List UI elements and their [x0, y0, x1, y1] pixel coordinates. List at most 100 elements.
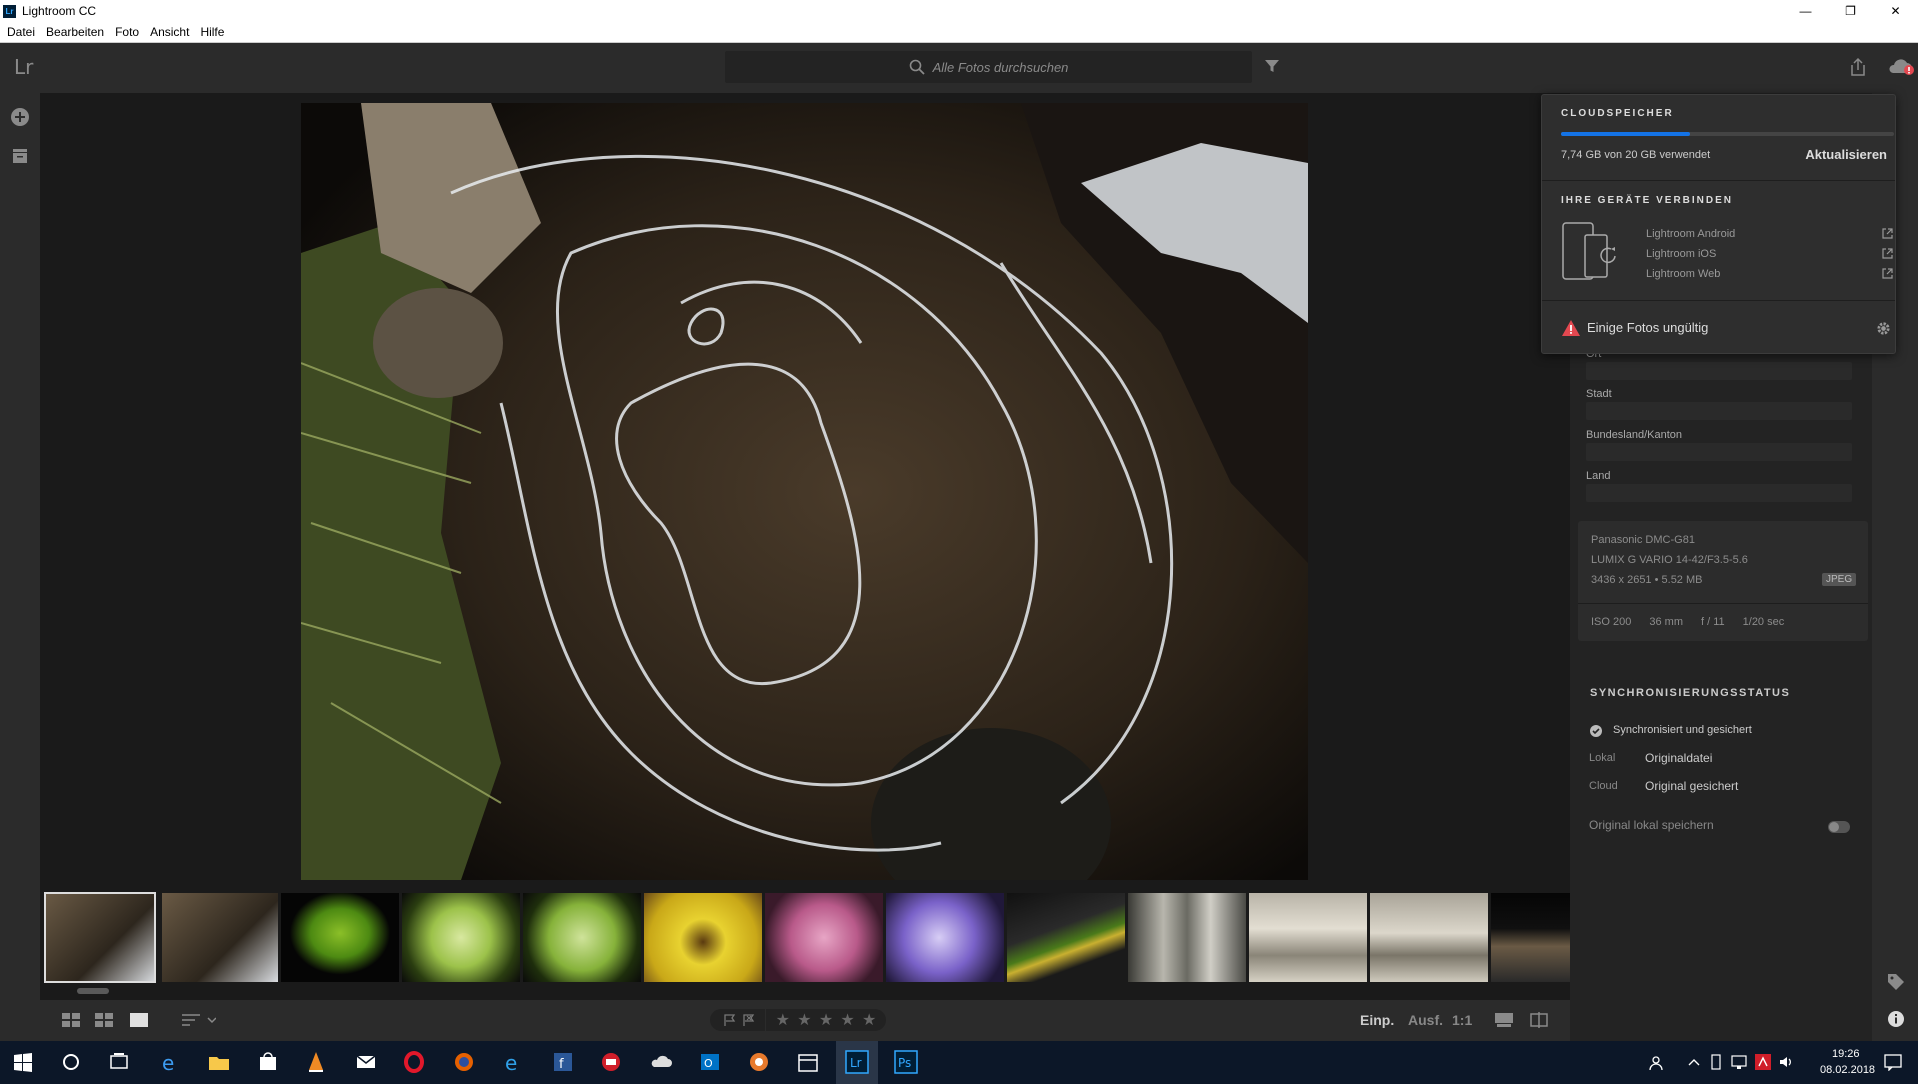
warning-text[interactable]: Einige Fotos ungültig: [1587, 320, 1708, 335]
store-local-toggle[interactable]: [1828, 821, 1850, 833]
field-label-bundesland: Bundesland/Kanton: [1586, 429, 1683, 441]
window-controls: — ❐ ✕: [1783, 0, 1918, 22]
cortana-icon[interactable]: [58, 1049, 84, 1075]
store-icon[interactable]: [255, 1049, 281, 1075]
network-icon[interactable]: [1731, 1054, 1747, 1070]
star-icon[interactable]: ★: [797, 1010, 811, 1030]
detail-view-icon[interactable]: [130, 1013, 148, 1027]
restore-icon[interactable]: ❐: [1828, 0, 1873, 22]
thumbnail[interactable]: [1249, 893, 1367, 982]
lightroom-taskbar-icon[interactable]: Lr: [844, 1049, 870, 1075]
search-placeholder: Alle Fotos durchsuchen: [932, 59, 1069, 75]
thumbnail[interactable]: [886, 893, 1004, 982]
internet-explorer-icon[interactable]: e: [501, 1049, 527, 1075]
clock-time[interactable]: 19:26: [1832, 1048, 1860, 1060]
stadt-field[interactable]: [1586, 402, 1852, 420]
add-photos-icon[interactable]: [10, 107, 30, 127]
star-icon[interactable]: ★: [776, 1010, 790, 1030]
thumbnail[interactable]: [1007, 893, 1125, 982]
reject-flag-icon[interactable]: [743, 1014, 755, 1026]
device-link-web[interactable]: Lightroom Web: [1646, 268, 1720, 280]
app-orange-icon[interactable]: [746, 1049, 772, 1075]
device-link-ios[interactable]: Lightroom iOS: [1646, 248, 1716, 260]
field-label-land: Land: [1586, 470, 1611, 482]
filter-icon[interactable]: [1264, 58, 1280, 74]
windows-taskbar: e e f O Lr Ps 19:26 08.02.2018: [0, 1041, 1918, 1084]
thumbnail[interactable]: [1491, 893, 1570, 982]
compare-icon[interactable]: [1495, 1013, 1513, 1027]
clock-date[interactable]: 08.02.2018: [1820, 1064, 1875, 1076]
outlook-icon[interactable]: O: [697, 1049, 723, 1075]
lr-logo[interactable]: Lr: [14, 55, 33, 79]
edge-icon[interactable]: e: [158, 1049, 184, 1075]
photoshop-taskbar-icon[interactable]: Ps: [893, 1049, 919, 1075]
thumbnail[interactable]: [1128, 893, 1246, 982]
chevron-up-icon[interactable]: [1688, 1057, 1700, 1067]
one-to-one-button[interactable]: 1:1: [1452, 1012, 1472, 1028]
thumbnail[interactable]: [765, 893, 883, 982]
menu-bearbeiten[interactable]: Bearbeiten: [46, 25, 104, 39]
gear-icon[interactable]: [1876, 321, 1891, 336]
people-icon[interactable]: [1648, 1055, 1664, 1071]
sync-local-value: Originaldatei: [1645, 751, 1713, 765]
thumbnail[interactable]: [44, 892, 156, 983]
menu-datei[interactable]: Datei: [7, 25, 35, 39]
fill-button[interactable]: Ausf.: [1408, 1012, 1443, 1028]
thumbnail[interactable]: [644, 893, 762, 982]
square-grid-icon[interactable]: [62, 1013, 80, 1027]
usb-icon[interactable]: [1710, 1054, 1722, 1070]
search-input[interactable]: Alle Fotos durchsuchen: [725, 51, 1252, 83]
star-icon[interactable]: ★: [819, 1010, 833, 1030]
device-link-android[interactable]: Lightroom Android: [1646, 228, 1735, 240]
upgrade-button[interactable]: Aktualisieren: [1805, 147, 1887, 162]
menu-ansicht[interactable]: Ansicht: [150, 25, 189, 39]
app-blue-icon[interactable]: f: [550, 1049, 576, 1075]
firefox-icon[interactable]: [451, 1049, 477, 1075]
star-icon[interactable]: ★: [862, 1010, 876, 1030]
info-icon[interactable]: [1887, 1010, 1905, 1028]
photo-grid-icon[interactable]: [95, 1013, 113, 1027]
mail-icon[interactable]: [353, 1049, 379, 1075]
before-after-icon[interactable]: [1530, 1012, 1548, 1028]
menu-hilfe[interactable]: Hilfe: [200, 25, 224, 39]
cloud-icon[interactable]: [1888, 57, 1914, 77]
sync-local-label: Lokal: [1589, 752, 1616, 764]
thumbnail[interactable]: [281, 893, 399, 982]
star-icon[interactable]: ★: [840, 1010, 854, 1030]
external-link-icon[interactable]: [1882, 248, 1893, 259]
vlc-icon[interactable]: [303, 1049, 329, 1075]
library-icon[interactable]: [10, 146, 30, 166]
external-link-icon[interactable]: [1882, 228, 1893, 239]
thumbnail[interactable]: [402, 893, 520, 982]
thumbnail[interactable]: [523, 893, 641, 982]
thumbnail[interactable]: [1370, 893, 1488, 982]
land-field[interactable]: [1586, 484, 1852, 502]
windows-start-icon[interactable]: [10, 1049, 36, 1075]
opera-icon[interactable]: [401, 1049, 427, 1075]
thumbnail[interactable]: [162, 893, 278, 982]
pick-flag-icon[interactable]: [724, 1014, 736, 1026]
app-red-icon[interactable]: [598, 1049, 624, 1075]
fit-button[interactable]: Einp.: [1360, 1012, 1394, 1028]
filmstrip: [40, 890, 1570, 1000]
acrobat-tray-icon[interactable]: [1755, 1054, 1771, 1070]
svg-text:Ps: Ps: [898, 1056, 911, 1070]
file-explorer-icon[interactable]: [206, 1049, 232, 1075]
weather-icon[interactable]: [648, 1049, 674, 1075]
lens-model: LUMIX G VARIO 14-42/F3.5-5.6: [1591, 554, 1748, 566]
menu-foto[interactable]: Foto: [115, 25, 139, 39]
calendar-icon[interactable]: [795, 1049, 821, 1075]
lightroom-app-icon: Lr: [3, 4, 16, 18]
tag-icon[interactable]: [1887, 973, 1905, 991]
sort-icon[interactable]: [182, 1013, 216, 1027]
external-link-icon[interactable]: [1882, 268, 1893, 279]
minimize-icon[interactable]: —: [1783, 0, 1828, 22]
close-icon[interactable]: ✕: [1873, 0, 1918, 22]
share-icon[interactable]: [1849, 57, 1867, 77]
filmstrip-scrollbar[interactable]: [77, 988, 109, 994]
ort-field[interactable]: [1586, 362, 1852, 380]
volume-icon[interactable]: [1778, 1054, 1794, 1070]
bundesland-field[interactable]: [1586, 443, 1852, 461]
task-view-icon[interactable]: [106, 1049, 132, 1075]
notifications-icon[interactable]: [1884, 1053, 1902, 1071]
